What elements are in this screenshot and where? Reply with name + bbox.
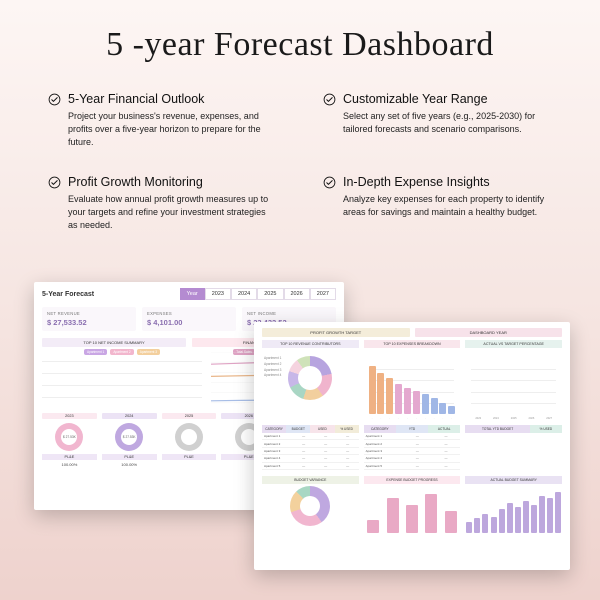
year-button[interactable]: 2024: [231, 288, 257, 300]
feature-range: Customizable Year Range Select any set o…: [323, 92, 552, 149]
th: % USED: [335, 425, 359, 433]
check-icon: [48, 93, 61, 106]
th: CATEGORY: [262, 425, 286, 433]
th: YTD: [396, 425, 428, 433]
kpi-value: $ 27,533.52: [47, 316, 131, 327]
kpi-net-revenue: NET REVENUE $ 27,533.52: [42, 307, 136, 331]
check-icon: [323, 176, 336, 189]
th: % USED: [530, 425, 562, 433]
section-strip: ACTUAL BUDGET SUMMARY: [465, 476, 562, 484]
budget-summary: TOTAL YTD BUDGET % USED: [465, 425, 562, 470]
year-button[interactable]: 2026: [284, 288, 310, 300]
th: TOTAL YTD BUDGET: [465, 425, 529, 433]
dashboard-stage: 5-Year Forecast Year 2023 2024 2025 2026…: [0, 272, 600, 600]
kpi-expenses: EXPENSES $ 4,101.00: [142, 307, 236, 331]
feature-expense: In-Depth Expense Insights Analyze key ex…: [323, 175, 552, 232]
bar-chart-actual-target: 20232024202520262027: [465, 352, 562, 420]
feature-heading: 5-Year Financial Outlook: [68, 92, 204, 106]
year-label-button[interactable]: Year: [180, 288, 205, 300]
bar-chart-actual-summary: ACTUAL BUDGET SUMMARY: [465, 476, 562, 539]
section-strip: TOP 10 REVENUE CONTRIBUTORS: [262, 340, 359, 348]
pill-header: DASHBOARD YEAR: [415, 328, 563, 337]
pill-header: PROFIT GROWTH TARGET: [262, 328, 410, 337]
section-strip: EXPENSE BUDGET PROGRESS: [364, 476, 461, 484]
year-selector: Year 2023 2024 2025 2026 2027: [180, 288, 336, 300]
card-title: 5-Year Forecast: [42, 291, 94, 298]
section-strip: BUDGET VARIANCE: [262, 476, 359, 484]
year-button[interactable]: 2025: [257, 288, 283, 300]
bar-chart-expense-progress: EXPENSE BUDGET PROGRESS: [364, 476, 461, 539]
feature-profit: Profit Growth Monitoring Evaluate how an…: [48, 175, 277, 232]
bar-chart-net-income: Apartment 1 Apartment 2 Apartment 3: [42, 349, 202, 409]
feature-heading: Customizable Year Range: [343, 92, 488, 106]
donut-chart-revenue: Apartment 1Apartment 2Apartment 3Apartme…: [262, 352, 359, 420]
section-strip: TOP 10 EXPENSES BREAKDOWN: [364, 340, 461, 348]
th: CATEGORY: [364, 425, 396, 433]
feature-desc: Select any set of five years (e.g., 2025…: [323, 106, 552, 136]
section-strip: ACTUAL VS TARGET PERCENTAGE: [465, 340, 562, 348]
bar-chart-expenses: ··········: [364, 352, 461, 420]
feature-outlook: 5-Year Financial Outlook Project your bu…: [48, 92, 277, 149]
table-ytd: CATEGORY YTD ACTUAL Apartment 1——Apartme…: [364, 425, 461, 470]
section-header: TOP 10 NET INCOME SUMMARY: [42, 338, 186, 347]
year-button[interactable]: 2027: [310, 288, 336, 300]
donut-chart-variance: BUDGET VARIANCE: [262, 476, 359, 539]
page-title: 5 -year Forecast Dashboard: [0, 0, 600, 64]
feature-desc: Project your business's revenue, expense…: [48, 106, 277, 149]
feature-desc: Analyze key expenses for each property t…: [323, 189, 552, 219]
feature-grid: 5-Year Financial Outlook Project your bu…: [0, 64, 600, 232]
th: ACTUAL: [428, 425, 460, 433]
feature-desc: Evaluate how annual profit growth measur…: [48, 189, 277, 232]
kpi-value: $ 4,101.00: [147, 316, 231, 327]
check-icon: [48, 176, 61, 189]
year-button[interactable]: 2023: [205, 288, 231, 300]
feature-heading: In-Depth Expense Insights: [343, 175, 490, 189]
feature-heading: Profit Growth Monitoring: [68, 175, 203, 189]
check-icon: [323, 93, 336, 106]
